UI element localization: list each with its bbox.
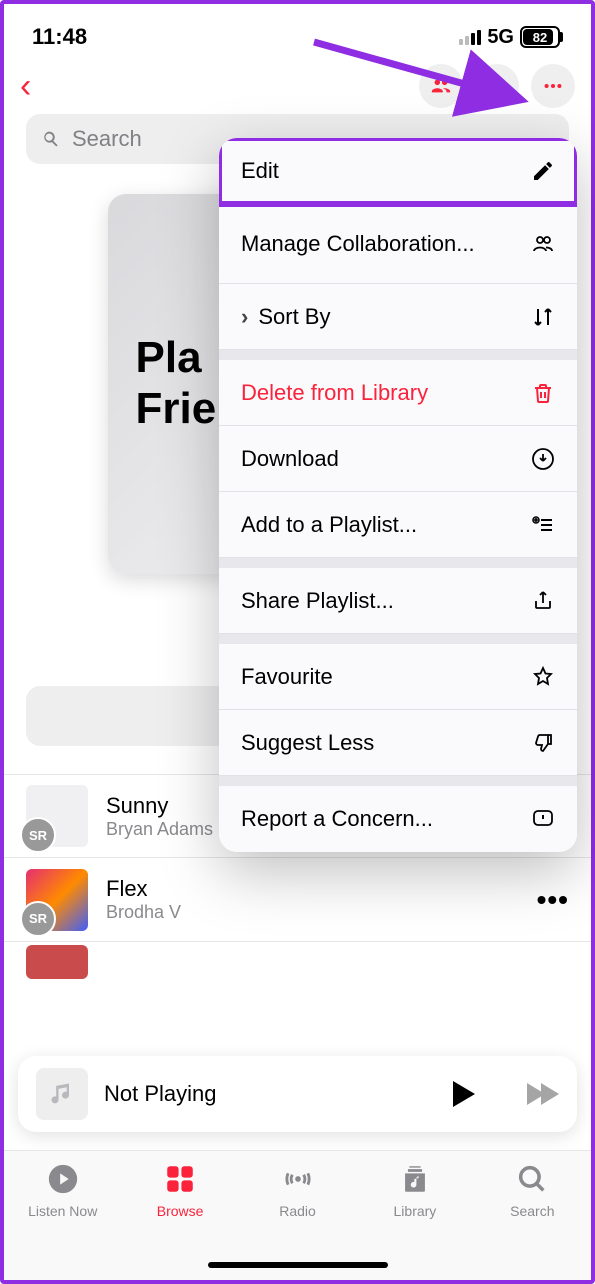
grid-icon xyxy=(163,1162,197,1196)
song-artwork xyxy=(26,945,88,979)
collaborators-button[interactable] xyxy=(419,64,463,108)
menu-delete[interactable]: Delete from Library xyxy=(219,360,577,426)
status-right: 5G 82 xyxy=(459,26,563,49)
tab-search[interactable]: Search xyxy=(474,1161,591,1280)
menu-suggest-less[interactable]: Suggest Less xyxy=(219,710,577,776)
report-icon xyxy=(531,807,555,831)
radio-icon xyxy=(281,1162,315,1196)
person-plus-icon xyxy=(486,75,508,97)
now-playing-art xyxy=(36,1068,88,1120)
tab-listen-now[interactable]: Listen Now xyxy=(4,1161,121,1280)
signal-icon xyxy=(459,30,481,45)
battery-icon: 82 xyxy=(520,26,563,48)
list-item[interactable]: SR Flex Brodha V ••• xyxy=(4,858,591,942)
now-playing-label: Not Playing xyxy=(104,1081,437,1107)
context-menu: Edit Manage Collaboration... ›Sort By De… xyxy=(219,138,577,852)
search-placeholder: Search xyxy=(72,126,142,152)
people-icon xyxy=(430,75,452,97)
menu-favourite[interactable]: Favourite xyxy=(219,644,577,710)
ellipsis-icon xyxy=(542,75,564,97)
menu-edit[interactable]: Edit xyxy=(219,138,577,204)
now-playing-bar[interactable]: Not Playing xyxy=(18,1056,577,1132)
add-user-button[interactable] xyxy=(475,64,519,108)
now-playing-forward-button[interactable] xyxy=(527,1083,559,1105)
nav-bar: ‹ xyxy=(4,58,591,114)
network-label: 5G xyxy=(487,26,514,49)
song-artwork: SR xyxy=(26,785,88,847)
share-icon xyxy=(531,589,555,613)
trash-icon xyxy=(531,381,555,405)
more-button[interactable] xyxy=(531,64,575,108)
music-note-icon xyxy=(48,1080,76,1108)
download-icon xyxy=(531,447,555,471)
song-artwork: SR xyxy=(26,869,88,931)
star-icon xyxy=(531,665,555,689)
now-playing-play-button[interactable] xyxy=(453,1081,475,1107)
song-title: Flex xyxy=(106,876,537,902)
tab-bar: Listen Now Browse Radio Library Search xyxy=(4,1150,591,1280)
menu-manage-collaboration[interactable]: Manage Collaboration... xyxy=(219,204,577,284)
menu-share[interactable]: Share Playlist... xyxy=(219,568,577,634)
back-button[interactable]: ‹ xyxy=(20,67,31,106)
song-more-button[interactable]: ••• xyxy=(537,884,569,916)
status-bar: 11:48 5G 82 xyxy=(4,4,591,58)
status-time: 11:48 xyxy=(32,24,87,50)
play-circle-icon xyxy=(46,1162,80,1196)
list-item[interactable] xyxy=(4,942,591,982)
menu-download[interactable]: Download xyxy=(219,426,577,492)
menu-add-playlist[interactable]: Add to a Playlist... xyxy=(219,492,577,558)
pencil-icon xyxy=(531,159,555,183)
thumbs-down-icon xyxy=(531,731,555,755)
playlist-add-icon xyxy=(531,513,555,537)
people-icon xyxy=(531,232,555,256)
sort-icon xyxy=(531,305,555,329)
menu-report[interactable]: Report a Concern... xyxy=(219,786,577,852)
search-icon xyxy=(40,128,62,150)
home-indicator[interactable] xyxy=(208,1262,388,1268)
library-icon xyxy=(398,1162,432,1196)
menu-sort-by[interactable]: ›Sort By xyxy=(219,284,577,350)
search-icon xyxy=(515,1162,549,1196)
song-artist: Brodha V xyxy=(106,902,537,923)
